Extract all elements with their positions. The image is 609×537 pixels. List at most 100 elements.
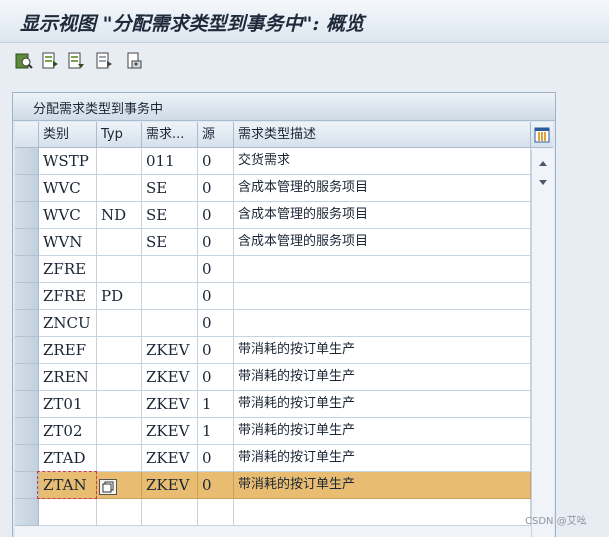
cell-description[interactable]: [234, 283, 531, 310]
row-selector[interactable]: [15, 175, 39, 202]
cell-typ[interactable]: [97, 499, 142, 526]
scroll-up-icon[interactable]: [538, 154, 548, 166]
cell-description[interactable]: 带消耗的按订单生产: [234, 337, 531, 364]
row-selector[interactable]: [15, 229, 39, 256]
export-icon[interactable]: [40, 51, 60, 71]
cell-description[interactable]: 含成本管理的服务项目: [234, 202, 531, 229]
cell-category[interactable]: WVC: [39, 202, 97, 229]
cell-requirement[interactable]: [142, 499, 198, 526]
table-row[interactable]: WVC ND SE 0 含成本管理的服务项目: [15, 202, 531, 229]
cell-source[interactable]: 0: [198, 175, 234, 202]
cell-requirement[interactable]: ZKEV: [142, 445, 198, 472]
cell-typ[interactable]: [97, 337, 142, 364]
deselect-icon[interactable]: [94, 51, 114, 71]
cell-requirement[interactable]: ZKEV: [142, 418, 198, 445]
table-row[interactable]: WVN SE 0 含成本管理的服务项目: [15, 229, 531, 256]
cell-category[interactable]: ZNCU: [39, 310, 97, 337]
cell-source[interactable]: 0: [198, 202, 234, 229]
cell-typ[interactable]: [97, 445, 142, 472]
row-selector[interactable]: [15, 364, 39, 391]
table-row[interactable]: ZNCU 0: [15, 310, 531, 337]
cell-source[interactable]: 0: [198, 148, 234, 175]
column-header-description[interactable]: 需求类型描述: [234, 122, 531, 148]
display-icon[interactable]: [14, 51, 34, 71]
cell-source[interactable]: 0: [198, 310, 234, 337]
cell-typ[interactable]: [97, 364, 142, 391]
row-selector[interactable]: [15, 445, 39, 472]
row-selector[interactable]: [15, 310, 39, 337]
cell-description[interactable]: 带消耗的按订单生产: [234, 391, 531, 418]
cell-category[interactable]: ZT01: [39, 391, 97, 418]
row-selector[interactable]: [15, 283, 39, 310]
table-row[interactable]: ZREN ZKEV 0 带消耗的按订单生产: [15, 364, 531, 391]
row-selector[interactable]: [15, 148, 39, 175]
column-header-requirement[interactable]: 需求...: [142, 122, 198, 148]
vertical-scrollbar[interactable]: [531, 150, 554, 537]
column-header-category[interactable]: 类别: [39, 122, 97, 148]
cell-category[interactable]: ZFRE: [39, 283, 97, 310]
cell-requirement[interactable]: 011: [142, 148, 198, 175]
cell-requirement[interactable]: SE: [142, 229, 198, 256]
table-row[interactable]: ZFRE PD 0: [15, 283, 531, 310]
row-selector[interactable]: [15, 499, 39, 526]
print-icon[interactable]: [124, 51, 144, 71]
cell-description[interactable]: [234, 310, 531, 337]
cell-source[interactable]: [198, 499, 234, 526]
cell-category[interactable]: ZTAN: [37, 471, 97, 499]
cell-requirement[interactable]: [142, 310, 198, 337]
cell-source[interactable]: 0: [198, 472, 234, 499]
cell-category[interactable]: WVN: [39, 229, 97, 256]
cell-description[interactable]: [234, 499, 531, 526]
row-selector[interactable]: [15, 418, 39, 445]
cell-description[interactable]: 带消耗的按订单生产: [234, 445, 531, 472]
cell-description[interactable]: 带消耗的按订单生产: [234, 418, 531, 445]
cell-typ[interactable]: [97, 472, 142, 499]
cell-requirement[interactable]: ZKEV: [142, 364, 198, 391]
cell-requirement[interactable]: ZKEV: [142, 391, 198, 418]
cell-description[interactable]: 含成本管理的服务项目: [234, 175, 531, 202]
cell-typ[interactable]: ND: [97, 202, 142, 229]
scroll-down-icon[interactable]: [538, 172, 548, 185]
cell-category[interactable]: ZREF: [39, 337, 97, 364]
row-selector[interactable]: [15, 472, 39, 499]
table-row[interactable]: ZT01 ZKEV 1 带消耗的按订单生产: [15, 391, 531, 418]
table-row[interactable]: ZTAD ZKEV 0 带消耗的按订单生产: [15, 445, 531, 472]
cell-category[interactable]: [39, 499, 97, 526]
cell-typ[interactable]: [97, 148, 142, 175]
cell-category[interactable]: WVC: [39, 175, 97, 202]
cell-typ[interactable]: [97, 256, 142, 283]
cell-source[interactable]: 0: [198, 364, 234, 391]
cell-requirement[interactable]: [142, 283, 198, 310]
cell-description[interactable]: 交货需求: [234, 148, 531, 175]
cell-category[interactable]: WSTP: [39, 148, 97, 175]
row-selector[interactable]: [15, 202, 39, 229]
row-selector[interactable]: [15, 337, 39, 364]
cell-requirement[interactable]: [142, 256, 198, 283]
cell-requirement[interactable]: ZKEV: [142, 337, 198, 364]
cell-source[interactable]: 0: [198, 337, 234, 364]
cell-source[interactable]: 1: [198, 391, 234, 418]
value-help-icon[interactable]: [99, 477, 117, 495]
cell-requirement[interactable]: SE: [142, 175, 198, 202]
cell-description[interactable]: 带消耗的按订单生产: [234, 472, 531, 499]
table-row[interactable]: ZTAN ZKEV 0 带消耗的按订单生产: [15, 471, 531, 499]
cell-typ[interactable]: PD: [97, 283, 142, 310]
row-selector[interactable]: [15, 391, 39, 418]
cell-typ[interactable]: [97, 175, 142, 202]
column-header-source[interactable]: 源: [198, 122, 234, 148]
table-row[interactable]: WSTP 011 0 交货需求: [15, 148, 531, 175]
row-selector-header[interactable]: [15, 122, 39, 148]
cell-source[interactable]: 0: [198, 283, 234, 310]
cell-source[interactable]: 0: [198, 445, 234, 472]
cell-typ[interactable]: [97, 310, 142, 337]
cell-typ[interactable]: [97, 229, 142, 256]
cell-category[interactable]: ZREN: [39, 364, 97, 391]
cell-description[interactable]: 含成本管理的服务项目: [234, 229, 531, 256]
cell-description[interactable]: [234, 256, 531, 283]
cell-category[interactable]: ZT02: [39, 418, 97, 445]
table-row[interactable]: WVC SE 0 含成本管理的服务项目: [15, 175, 531, 202]
table-row[interactable]: ZREF ZKEV 0 带消耗的按订单生产: [15, 337, 531, 364]
column-layout-icon[interactable]: [531, 122, 553, 148]
cell-category[interactable]: ZTAD: [39, 445, 97, 472]
cell-typ[interactable]: [97, 418, 142, 445]
